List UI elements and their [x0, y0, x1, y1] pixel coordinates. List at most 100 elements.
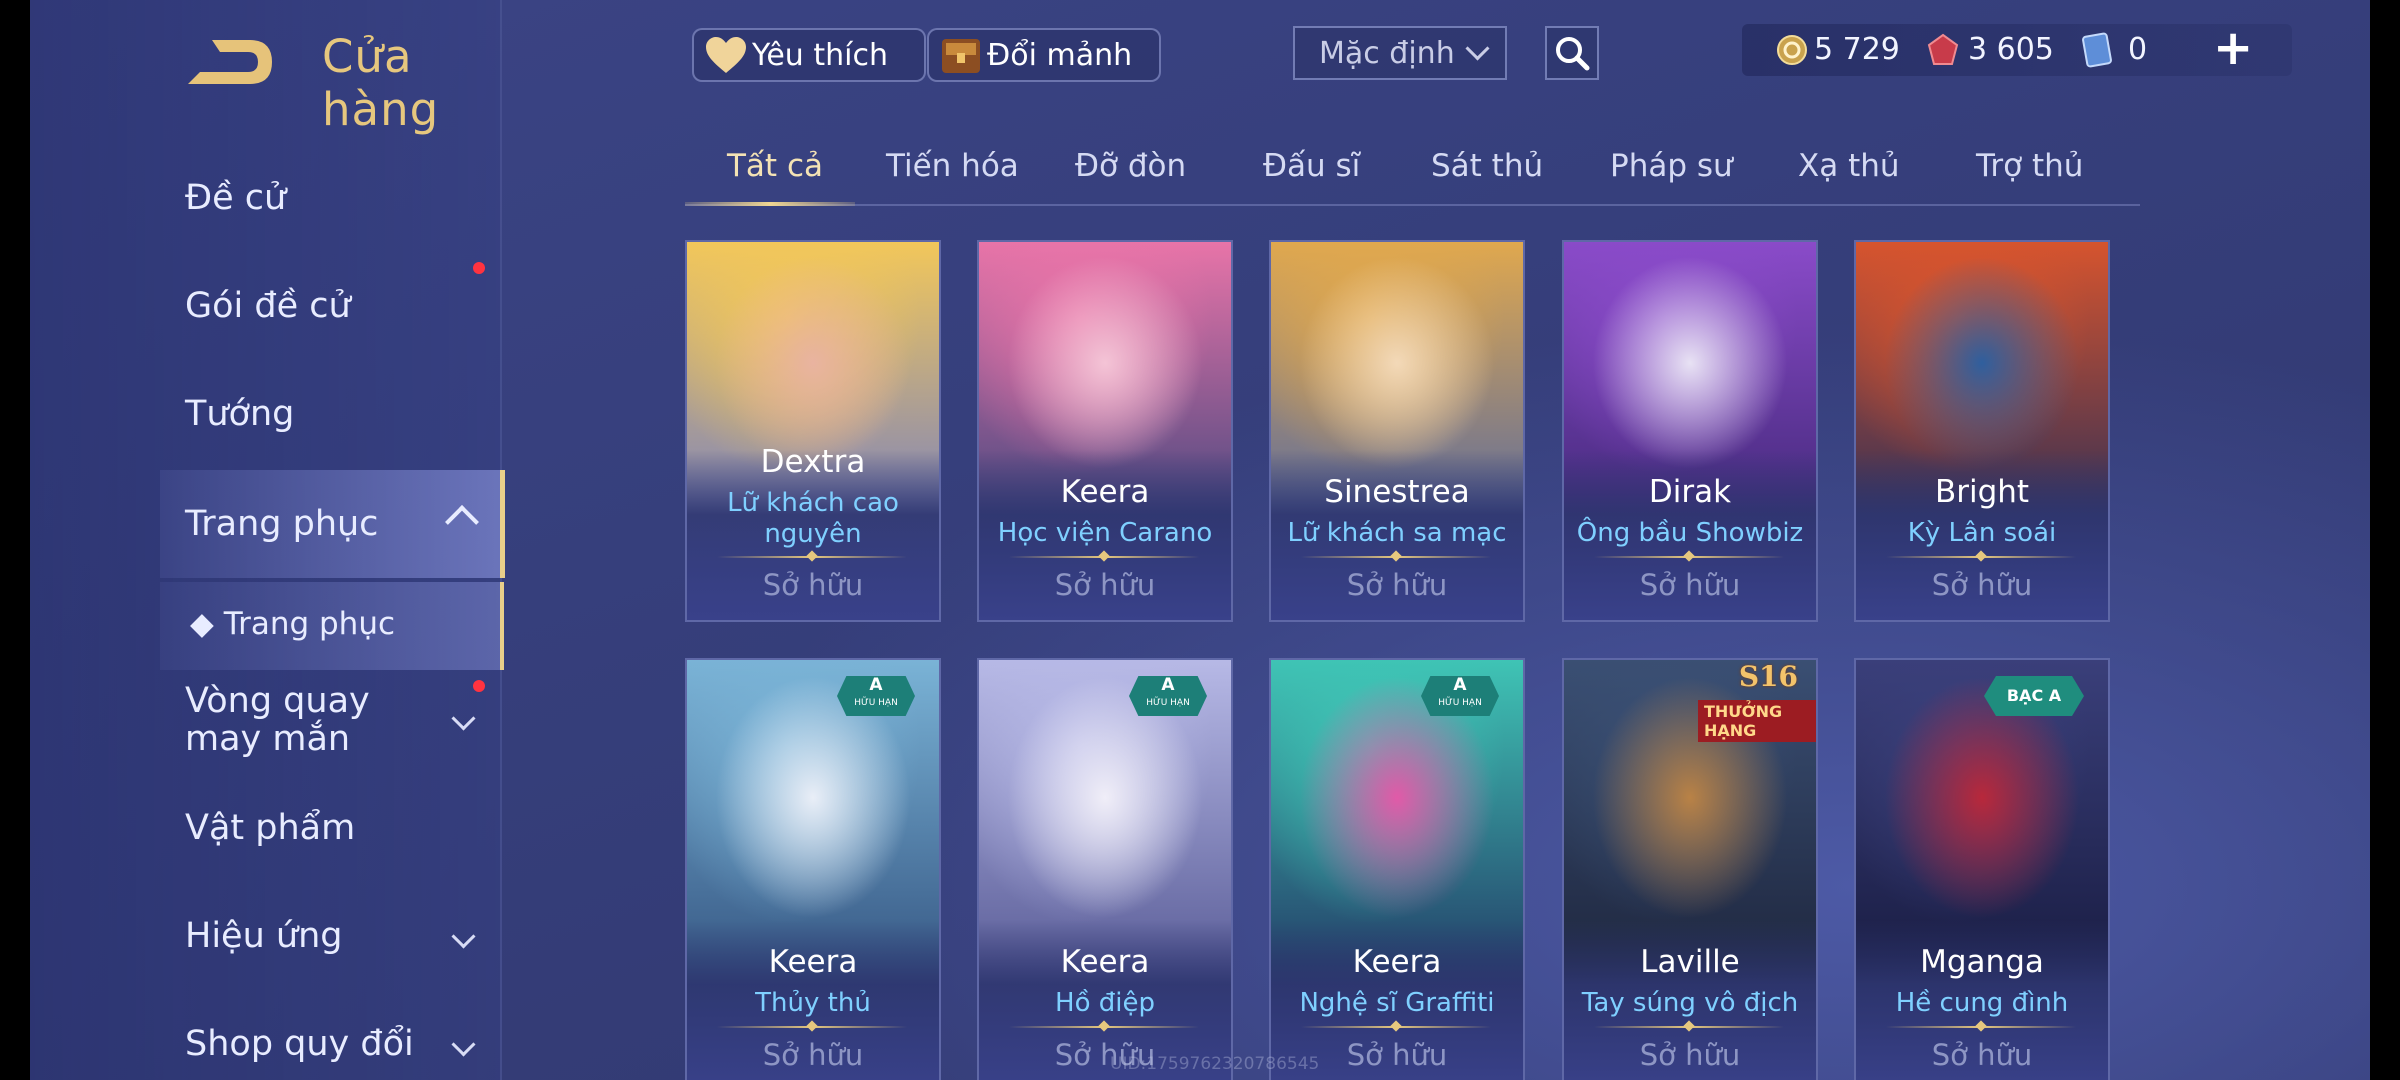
- badge-main: A: [869, 675, 883, 695]
- skin-name: Tay súng vô địch: [1581, 988, 1799, 1018]
- screen-edge-right: [2370, 0, 2400, 1080]
- hero-name: Keera: [768, 944, 858, 980]
- owned-status: Sở hữu: [1054, 568, 1156, 602]
- sidebar-subitem-skins[interactable]: ◆ Trang phục: [160, 582, 504, 670]
- gold-coin-icon: [1777, 35, 1807, 65]
- badge-main: A: [1453, 675, 1467, 695]
- badge-main: A: [1161, 675, 1175, 695]
- rarity-badge: BẠC A: [1984, 676, 2084, 716]
- shop-screen: Cửa hàng Đề cử Gói đề cử Tướng Trang phụ…: [30, 0, 2370, 1080]
- skin-name: Hề cung đình: [1895, 988, 2069, 1018]
- skin-card[interactable]: Bright Kỳ Lân soái Sở hữu: [1854, 240, 2110, 622]
- hero-name: Dextra: [760, 444, 866, 480]
- tab-tank[interactable]: Đỡ đòn: [1075, 148, 1186, 184]
- sort-value: Mặc định: [1319, 36, 1455, 71]
- sidebar-item-heroes[interactable]: Tướng: [185, 394, 294, 434]
- tab-assassin[interactable]: Sát thủ: [1431, 148, 1543, 184]
- sidebar-item-label: Trang phục: [185, 504, 379, 544]
- owned-status: Sở hữu: [762, 1038, 864, 1072]
- skin-card[interactable]: Keera Thủy thủ Sở hữu A HỮU HẠN: [685, 658, 941, 1080]
- badge-sub: HỮU HẠN: [1438, 698, 1482, 708]
- badge-sub: HỮU HẠN: [1146, 698, 1190, 708]
- hero-name: Bright: [1934, 474, 2030, 510]
- hero-name: Laville: [1640, 944, 1740, 980]
- hero-name: Sinestrea: [1324, 474, 1470, 510]
- hero-name: Keera: [1352, 944, 1442, 980]
- skin-name: Kỳ Lân soái: [1907, 518, 2057, 548]
- exchange-label: Đổi mảnh: [987, 37, 1133, 73]
- rarity-badge: A HỮU HẠN: [837, 676, 915, 716]
- sidebar-subitem-label: ◆ Trang phục: [190, 606, 396, 642]
- fragment-chest-icon: [942, 39, 980, 73]
- owned-status: Sở hữu: [1639, 568, 1741, 602]
- sidebar-item-recommended-packs[interactable]: Gói đề cử: [185, 286, 351, 326]
- sidebar-item-recommended[interactable]: Đề cử: [185, 178, 286, 218]
- tab-mage[interactable]: Pháp sư: [1610, 148, 1733, 184]
- screen-edge-left: [0, 0, 30, 1080]
- tab-evolution[interactable]: Tiến hóa: [886, 148, 1019, 184]
- favorite-button[interactable]: Yêu thích: [692, 28, 926, 82]
- sidebar-item-label: Gói đề cử: [185, 286, 351, 326]
- tab-fighter[interactable]: Đấu sĩ: [1263, 148, 1360, 184]
- tab-marksman[interactable]: Xạ thủ: [1798, 148, 1900, 184]
- chevron-down-icon: [451, 1032, 476, 1057]
- sidebar-item-lucky-spin[interactable]: Vòng quay may mắn: [185, 682, 445, 758]
- skin-name: Ông bầu Showbiz: [1576, 518, 1804, 548]
- sidebar-item-exchange-shop[interactable]: Shop quy đổi: [185, 1024, 414, 1064]
- skin-card[interactable]: Keera Học viện Carano Sở hữu: [977, 240, 1233, 622]
- notification-dot: [473, 262, 485, 274]
- currency-bar: 5 729 3 605 0: [1742, 24, 2292, 76]
- chevron-down-icon: [1465, 36, 1490, 61]
- badge-main: BẠC A: [2006, 686, 2062, 705]
- skin-name: Lữ khách sa mạc: [1287, 518, 1507, 548]
- skin-card[interactable]: Dirak Ông bầu Showbiz Sở hữu: [1562, 240, 1818, 622]
- rarity-badge: A HỮU HẠN: [1129, 676, 1207, 716]
- page-title: Cửa hàng: [322, 30, 440, 136]
- sidebar-item-label: Vòng quay may mắn: [185, 681, 370, 759]
- skin-card[interactable]: Keera Nghệ sĩ Graffiti Sở hữu A HỮU HẠN: [1269, 658, 1525, 1080]
- owned-status: Sở hữu: [762, 568, 864, 602]
- gold-amount: 5 729: [1814, 32, 1900, 67]
- tab-all[interactable]: Tất cả: [727, 148, 823, 184]
- sidebar-item-items[interactable]: Vật phẩm: [185, 808, 355, 848]
- sidebar-item-skins[interactable]: Trang phục: [160, 470, 505, 578]
- search-button[interactable]: [1545, 26, 1599, 80]
- sidebar-item-effects[interactable]: Hiệu ứng: [185, 916, 342, 956]
- heart-icon: [706, 37, 746, 73]
- skin-name: Thủy thủ: [755, 988, 871, 1018]
- skin-name: Hồ điệp: [1055, 988, 1155, 1018]
- tab-support[interactable]: Trợ thủ: [1976, 148, 2083, 184]
- skin-card[interactable]: Mganga Hề cung đình Sở hữu BẠC A: [1854, 658, 2110, 1080]
- owned-status: Sở hữu: [1931, 1038, 2033, 1072]
- category-tabs: Tất cả Tiến hóa Đỡ đòn Đấu sĩ Sát thủ Ph…: [685, 130, 2140, 206]
- chevron-down-icon: [451, 706, 476, 731]
- rank-reward-label: THƯỞNG HẠNG: [1698, 700, 1816, 742]
- uid-watermark: UID:1759762320786545: [1110, 1054, 1320, 1074]
- season-label: S16: [1738, 660, 1798, 693]
- skin-name: Lữ khách cao nguyên: [727, 488, 899, 549]
- favorite-label: Yêu thích: [752, 37, 888, 73]
- rarity-badge: A HỮU HẠN: [1421, 676, 1499, 716]
- sort-dropdown[interactable]: Mặc định: [1293, 26, 1507, 80]
- skin-card[interactable]: Keera Hồ điệp Sở hữu A HỮU HẠN: [977, 658, 1233, 1080]
- back-button[interactable]: [180, 30, 280, 92]
- sidebar: Cửa hàng Đề cử Gói đề cử Tướng Trang phụ…: [30, 0, 505, 1080]
- hero-name: Keera: [1060, 944, 1150, 980]
- add-currency-button[interactable]: +: [2213, 20, 2253, 76]
- card-amount: 0: [2128, 32, 2148, 67]
- season-rank-badge: S16 THƯỞNG HẠNG: [1698, 660, 1816, 742]
- chevron-down-icon: [451, 924, 476, 949]
- badge-sub: HỮU HẠN: [854, 698, 898, 708]
- skin-card[interactable]: Dextra Lữ khách cao nguyên Sở hữu: [685, 240, 941, 622]
- owned-status: Sở hữu: [1346, 568, 1448, 602]
- exchange-fragments-button[interactable]: Đổi mảnh: [927, 28, 1161, 82]
- notification-dot: [473, 680, 485, 692]
- hero-name: Mganga: [1920, 944, 2044, 980]
- skin-card[interactable]: Laville Tay súng vô địch Sở hữu S16 THƯỞNG H…: [1562, 658, 1818, 1080]
- active-tab-indicator: [685, 202, 855, 206]
- skin-card[interactable]: Sinestrea Lữ khách sa mạc Sở hữu: [1269, 240, 1525, 622]
- search-icon: [1556, 37, 1590, 71]
- back-arrow-icon: [188, 40, 272, 84]
- chevron-up-icon: [445, 505, 479, 539]
- owned-status: Sở hữu: [1931, 568, 2033, 602]
